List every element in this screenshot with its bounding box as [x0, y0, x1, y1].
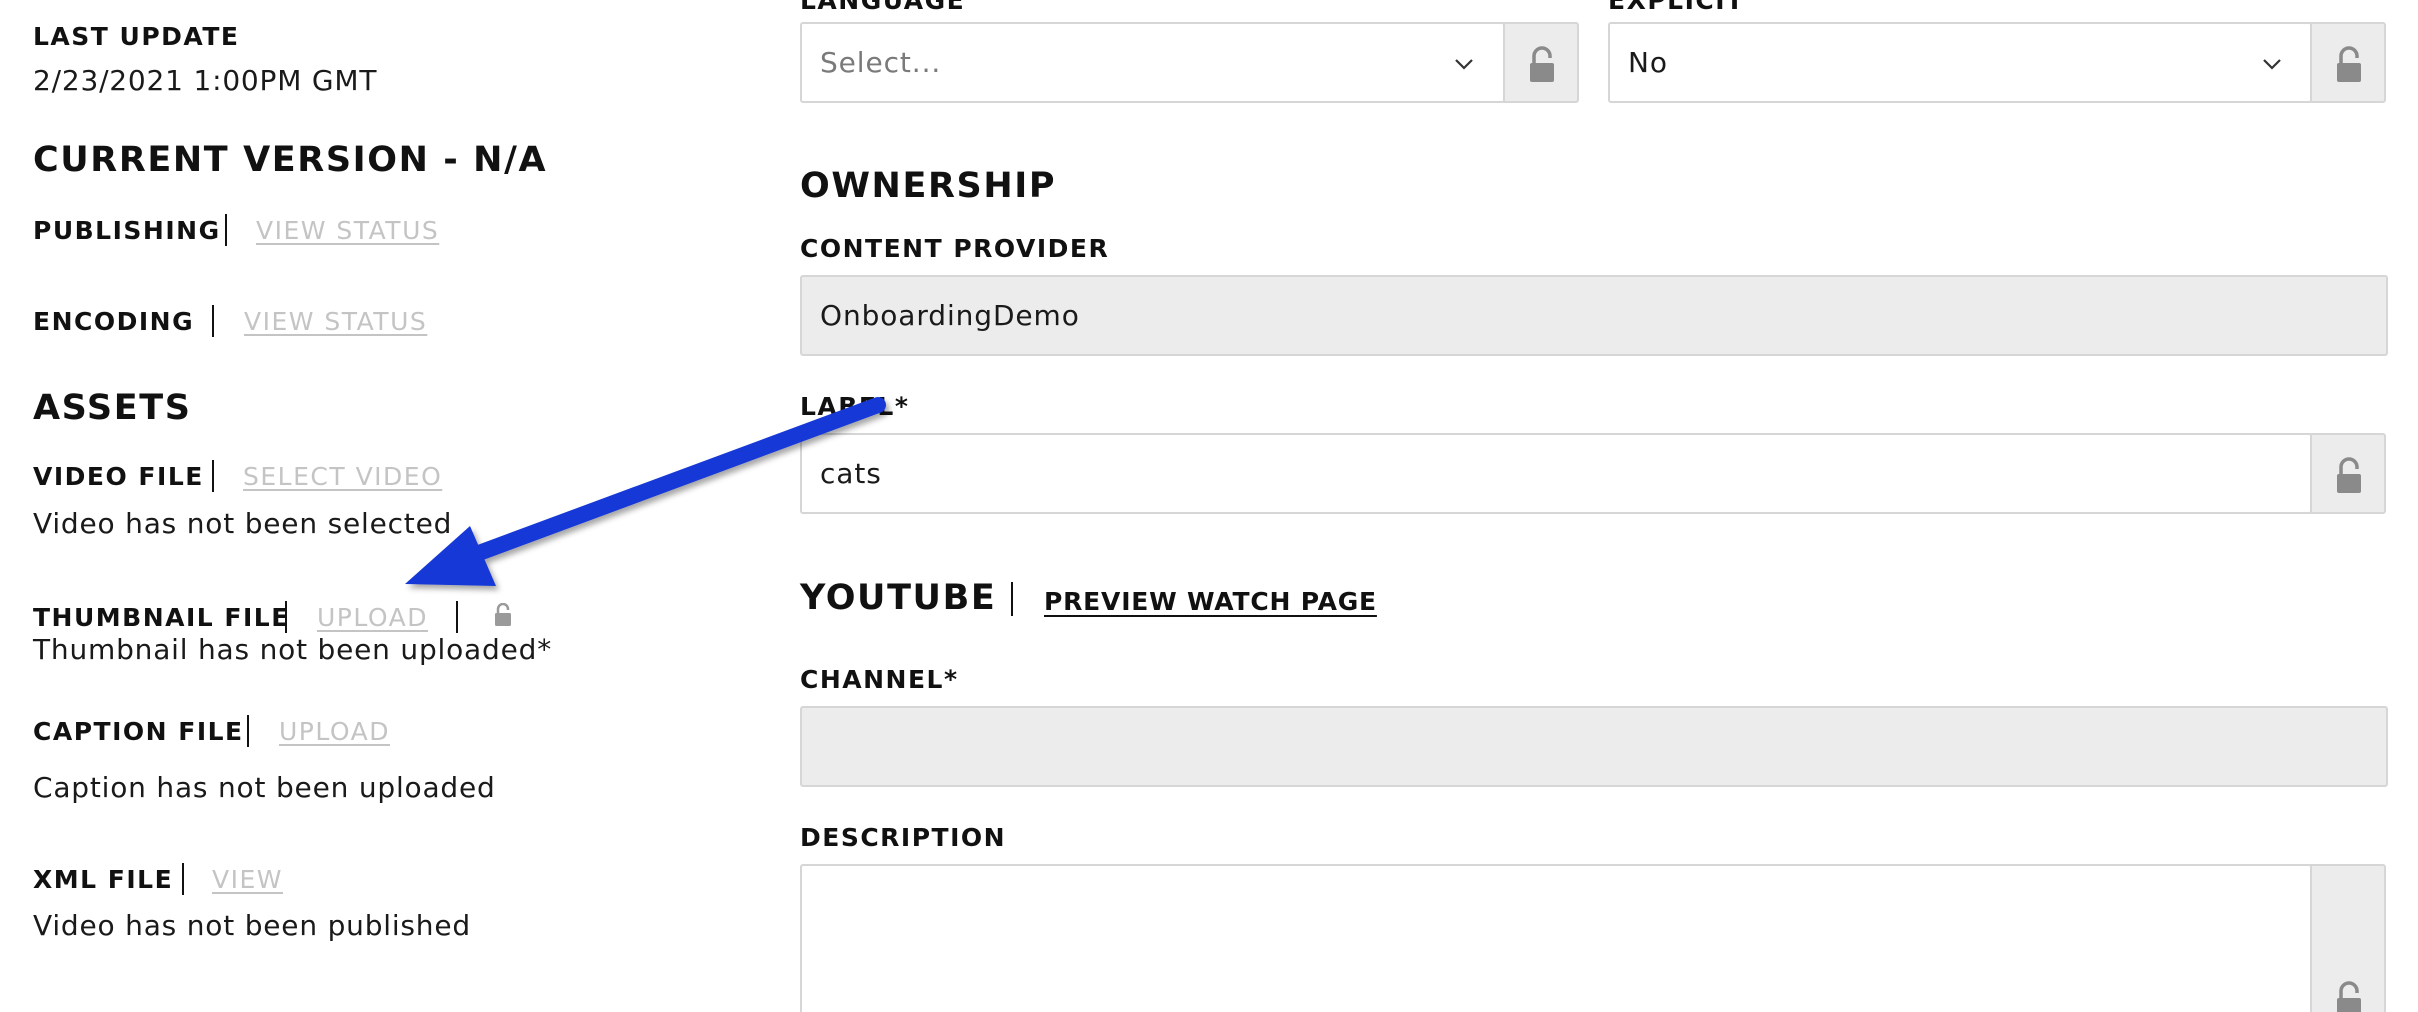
metadata-page: LAST UPDATE 2/23/2021 1:00PM GMT CURRENT… — [0, 0, 2418, 1012]
annotation-arrow — [405, 397, 886, 586]
